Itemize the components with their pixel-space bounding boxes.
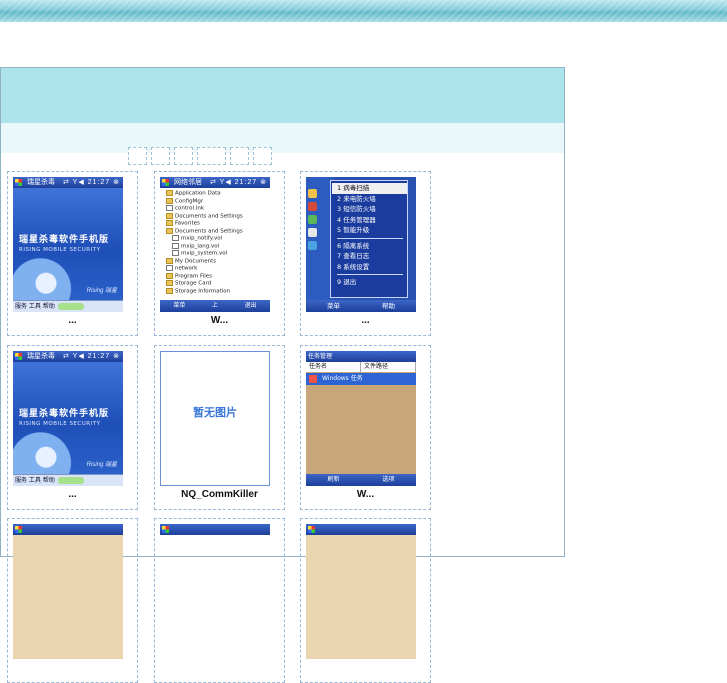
menu-item: 1 病毒扫描 <box>332 183 407 194</box>
status-bar: 瑞星杀毒 ⇄ Y◀ 21:27 ⊗ <box>13 351 123 362</box>
rising-pill-icon <box>57 477 84 484</box>
task-manager-screen: 任务管理 任务名 文件路径 Windows 任务 刷新 选项 <box>306 351 416 486</box>
rising-pill-icon <box>57 303 84 310</box>
gallery-item[interactable]: 瑞星杀毒 ⇄ Y◀ 21:27 ⊗ 瑞星杀毒软件手机版 RISING MOBILE… <box>7 345 138 510</box>
menu-screen: 1 病毒扫描 2 来电防火墙 3 短信防火墙 4 任务管理器 5 智能升级 6 … <box>306 177 416 312</box>
pager-button-3[interactable] <box>174 147 193 165</box>
folder-row: Documents and Settings <box>166 228 270 236</box>
file-row: mxip_system.vol <box>166 250 270 258</box>
app-icons <box>308 189 318 254</box>
top-banner <box>0 0 727 22</box>
file-row: mxip_lang.vol <box>166 243 270 251</box>
status-icons: ⇄ Y◀ 21:27 ⊗ <box>209 179 267 186</box>
status-bar: 网络邻居 ⇄ Y◀ 21:27 ⊗ <box>160 177 270 188</box>
windows-logo-icon <box>15 179 22 186</box>
menu-item: 7 查看日志 <box>337 252 370 260</box>
status-bar: 任务管理 <box>306 351 416 362</box>
splash-screen: 瑞星杀毒软件手机版 RISING MOBILE SECURITY Rising … <box>13 362 123 474</box>
menu-item: 6 隔离系统 <box>337 241 370 250</box>
screenshot-thumbnail[interactable]: 1 病毒扫描 2 来电防火墙 3 短信防火墙 4 任务管理器 5 智能升级 6 … <box>306 177 416 312</box>
screenshot-thumbnail[interactable]: 网络邻居 ⇄ Y◀ 21:27 ⊗ Application Data Config… <box>160 177 270 312</box>
status-bar: 瑞星杀毒 ⇄ Y◀ 21:27 ⊗ <box>13 177 123 188</box>
bottom-bar: 服务 工具 帮助 <box>13 300 123 312</box>
soft-key-bar: 刷新 选项 <box>306 474 416 486</box>
brand-logo: Rising 瑞星 <box>86 462 117 468</box>
folder-row: Program Files <box>166 273 270 281</box>
gallery-item[interactable]: 任务管理 任务名 文件路径 Windows 任务 刷新 选项 W... <box>300 345 431 510</box>
screenshot-thumbnail[interactable] <box>13 524 123 659</box>
menu-item: 9 退出 <box>337 278 357 286</box>
item-caption[interactable]: NQ_CommKiller <box>155 489 284 500</box>
gallery-item[interactable] <box>154 518 285 683</box>
status-icons: ⇄ Y◀ 21:27 ⊗ <box>62 179 120 186</box>
folder-row: My Documents <box>166 258 270 266</box>
screenshot-thumbnail[interactable]: 瑞星杀毒 ⇄ Y◀ 21:27 ⊗ 瑞星杀毒软件手机版 RISING MOBILE… <box>13 351 123 486</box>
item-caption[interactable]: ... <box>301 315 430 326</box>
file-row: network <box>166 265 270 273</box>
no-image-placeholder[interactable]: 暂无图片 <box>160 351 270 486</box>
splash-screen: 瑞星杀毒软件手机版 RISING MOBILE SECURITY Rising … <box>13 188 123 300</box>
windows-logo-icon <box>308 526 315 533</box>
folder-row: Application Data <box>166 190 270 198</box>
bottom-bar: 服务 工具 帮助 <box>13 474 123 486</box>
menu-item: 8 系统设置 <box>337 262 370 271</box>
screenshot-thumbnail[interactable]: 任务管理 任务名 文件路径 Windows 任务 刷新 选项 <box>306 351 416 486</box>
status-bar <box>160 524 270 535</box>
gallery-item[interactable]: 暂无图片 NQ_CommKiller <box>154 345 285 510</box>
gallery-panel: 瑞星杀毒 ⇄ Y◀ 21:27 ⊗ 瑞星杀毒软件手机版 RISING MOBILE… <box>0 67 565 683</box>
gallery-item[interactable]: 1 病毒扫描 2 来电防火墙 3 短信防火墙 4 任务管理器 5 智能升级 6 … <box>300 171 431 336</box>
item-caption[interactable]: W... <box>301 489 430 500</box>
panel-subheader <box>1 123 564 153</box>
status-icons: ⇄ Y◀ 21:27 ⊗ <box>62 353 120 360</box>
gallery-item[interactable]: 瑞星杀毒 ⇄ Y◀ 21:27 ⊗ 瑞星杀毒软件手机版 RISING MOBILE… <box>7 171 138 336</box>
soft-key-bar: 菜单 帮助 <box>306 300 416 312</box>
item-caption[interactable]: W... <box>155 315 284 326</box>
selected-task-row: Windows 任务 <box>306 373 416 385</box>
folder-row: ConfigMgr <box>166 198 270 206</box>
pager-button-6[interactable] <box>253 147 272 165</box>
splash-subtitle: RISING MOBILE SECURITY <box>19 247 101 253</box>
soft-key-bar: 菜单上退出 <box>160 300 270 312</box>
menu-item: 2 来电防火墙 <box>337 194 376 203</box>
item-caption[interactable]: ... <box>8 315 137 326</box>
status-bar <box>306 524 416 535</box>
item-caption[interactable]: ... <box>8 489 137 500</box>
splash-subtitle: RISING MOBILE SECURITY <box>19 421 101 427</box>
pager-button-2[interactable] <box>151 147 170 165</box>
splash-title: 瑞星杀毒软件手机版 <box>19 235 110 245</box>
windows-logo-icon <box>15 526 22 533</box>
gallery-item[interactable] <box>7 518 138 683</box>
file-row: mxip_notify.vol <box>166 235 270 243</box>
folder-row: Storage Card <box>166 280 270 288</box>
windows-logo-icon <box>162 526 169 533</box>
file-row: control.lnk <box>166 205 270 213</box>
folder-row: Favorites <box>166 220 270 228</box>
folder-row: Documents and Settings <box>166 213 270 221</box>
screenshot-thumbnail[interactable]: 瑞星杀毒 ⇄ Y◀ 21:27 ⊗ 瑞星杀毒软件手机版 RISING MOBILE… <box>13 177 123 312</box>
file-explorer: Application Data ConfigMgr control.lnk D… <box>160 188 270 300</box>
pager-button-4[interactable] <box>197 147 226 165</box>
menu-item: 4 任务管理器 <box>337 215 376 224</box>
no-image-text: 暂无图片 <box>193 406 237 419</box>
pager-button-1[interactable] <box>128 147 147 165</box>
status-bar <box>13 524 123 535</box>
menu-item: 3 短信防火墙 <box>337 205 376 213</box>
popup-menu: 1 病毒扫描 2 来电防火墙 3 短信防火墙 4 任务管理器 5 智能升级 6 … <box>330 180 408 298</box>
windows-logo-icon <box>162 179 169 186</box>
folder-row: Storage Information <box>166 288 270 296</box>
screenshot-thumbnail[interactable] <box>306 524 416 659</box>
windows-logo-icon <box>15 353 22 360</box>
table-header: 任务名 文件路径 <box>306 362 416 372</box>
screenshot-thumbnail[interactable] <box>160 524 270 659</box>
menu-item: 5 智能升级 <box>337 226 370 234</box>
pager-button-5[interactable] <box>230 147 249 165</box>
brand-logo: Rising 瑞星 <box>86 288 117 294</box>
gallery-item[interactable] <box>300 518 431 683</box>
gallery-item[interactable]: 网络邻居 ⇄ Y◀ 21:27 ⊗ Application Data Config… <box>154 171 285 336</box>
panel-header <box>1 68 564 123</box>
splash-title: 瑞星杀毒软件手机版 <box>19 409 110 419</box>
